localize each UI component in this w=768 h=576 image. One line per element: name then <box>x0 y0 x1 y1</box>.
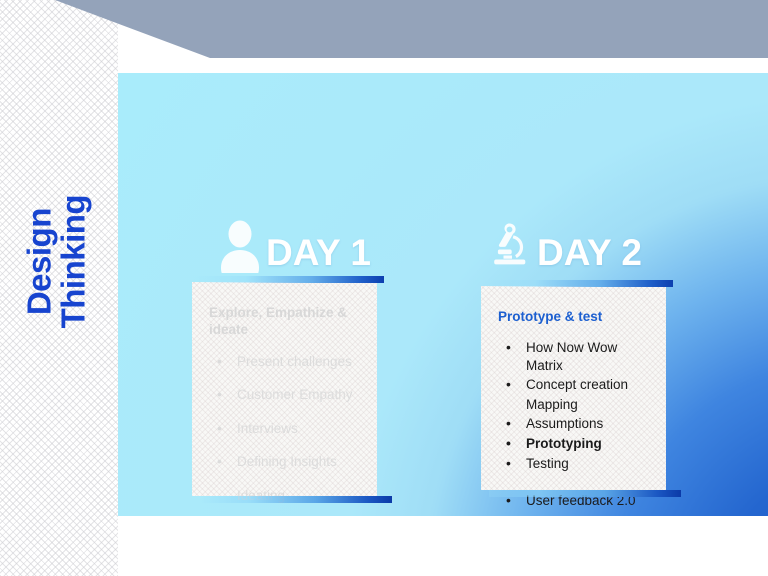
slide-canvas: Design Thinking DAY 1 Explore, Empathize… <box>0 0 768 576</box>
day-1-label: DAY 1 <box>266 232 371 273</box>
list-item: Interviews <box>209 419 360 438</box>
list-item: Concept creation <box>498 375 649 394</box>
microscope-icon <box>487 219 535 273</box>
day-1-card-title: Explore, Empathize & ideate <box>209 305 348 338</box>
slide-title-line-1: Design <box>20 208 58 316</box>
day-2-bullet-list: How Now Wow Matrix Concept creation Mapp… <box>498 338 649 509</box>
list-item: Mapping <box>526 396 578 412</box>
list-item: Assumptions <box>498 414 649 433</box>
person-icon <box>216 219 264 273</box>
list-item: Defining Insights <box>209 452 360 471</box>
day-2-header: DAY 2 <box>487 219 642 273</box>
list-item: Testing <box>498 454 649 473</box>
list-item: Present challenges <box>209 352 360 371</box>
day-1-header: DAY 1 <box>216 219 371 273</box>
slide-title-line-2: Thinking <box>54 194 91 329</box>
day-2-label: DAY 2 <box>537 232 642 273</box>
day-1-card-top-accent-bar <box>192 276 384 283</box>
list-item: How Now Wow Matrix <box>498 338 649 374</box>
day-2-card-bottom-accent-bar <box>489 490 681 497</box>
day-1-card[interactable]: Explore, Empathize & ideate Present chal… <box>192 276 392 503</box>
day-1-card-bottom-accent-bar <box>200 496 392 503</box>
day-2-card-title: Prototype & test <box>498 309 603 324</box>
day-2-card[interactable]: Prototype & test How Now Wow Matrix Conc… <box>481 280 681 509</box>
day-2-card-top-accent-bar <box>481 280 673 287</box>
slide-title-vertical: Design Thinking <box>20 142 91 382</box>
list-item: Customer Empathy <box>209 385 360 404</box>
main-content-panel: DAY 1 Explore, Empathize & ideate Presen… <box>118 73 768 516</box>
day-1-bullet-list: Present challenges Customer Empathy Inte… <box>209 352 360 505</box>
list-item: Prototyping <box>498 434 649 453</box>
